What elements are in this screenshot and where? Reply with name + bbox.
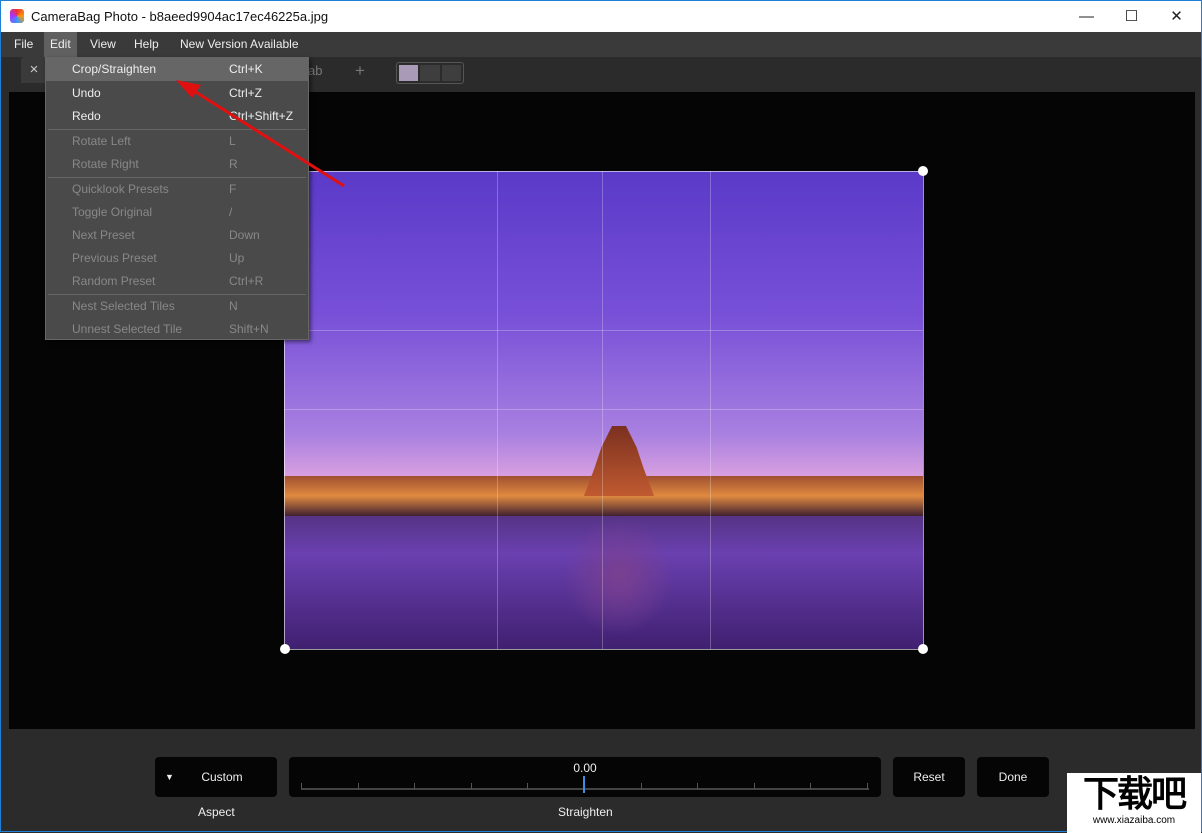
menu-item-shortcut: L bbox=[229, 134, 236, 148]
menu-item: Unnest Selected Tile Shift+N bbox=[46, 318, 308, 341]
menu-item-label: Rotate Right bbox=[72, 157, 139, 171]
menu-item-shortcut: Down bbox=[229, 228, 260, 242]
watermark-text: 下载吧 bbox=[1082, 773, 1187, 814]
slider-tick bbox=[357, 783, 359, 789]
close-button[interactable]: ✕ bbox=[1154, 1, 1199, 32]
aspect-value: Custom bbox=[201, 770, 243, 784]
tab-label[interactable]: ab bbox=[308, 63, 322, 78]
title-bar: CameraBag Photo - b8aeed9904ac17ec46225a… bbox=[1, 1, 1201, 32]
window-title: CameraBag Photo - b8aeed9904ac17ec46225a… bbox=[31, 9, 329, 24]
watermark-url: www.xiazaiba.com bbox=[1092, 815, 1176, 826]
menu-item: Quicklook Presets F bbox=[46, 178, 308, 201]
tab-close-button[interactable]: × bbox=[21, 57, 47, 83]
minimize-button[interactable]: — bbox=[1064, 1, 1109, 32]
crop-frame bbox=[284, 171, 924, 650]
menu-bar: File Edit View Help New Version Availabl… bbox=[1, 32, 1201, 57]
app-logo-icon bbox=[10, 9, 24, 23]
menu-item-label: Toggle Original bbox=[72, 205, 153, 219]
crop-handle-top-right[interactable] bbox=[918, 166, 928, 176]
slider-tick bbox=[867, 783, 868, 789]
maximize-button[interactable]: ☐ bbox=[1109, 1, 1154, 32]
menu-separator bbox=[48, 177, 306, 178]
menu-edit[interactable]: Edit bbox=[44, 32, 77, 57]
add-tab-button[interactable]: + bbox=[355, 61, 365, 81]
menu-separator bbox=[48, 294, 306, 295]
menu-item-label: Nest Selected Tiles bbox=[72, 299, 175, 313]
aspect-dropdown[interactable]: ▼ Custom bbox=[155, 757, 277, 797]
straighten-value: 0.00 bbox=[573, 761, 597, 775]
menu-file[interactable]: File bbox=[8, 32, 39, 57]
slider-tick bbox=[810, 783, 812, 789]
menu-item[interactable]: Undo Ctrl+Z bbox=[46, 82, 308, 105]
menu-item-label: Crop/Straighten bbox=[72, 62, 157, 76]
menu-item-label: Random Preset bbox=[72, 274, 156, 288]
slider-thumb[interactable] bbox=[583, 776, 585, 793]
menu-item: Previous Preset Up bbox=[46, 247, 308, 270]
menu-item: Rotate Left L bbox=[46, 130, 308, 153]
aspect-label: Aspect bbox=[198, 805, 235, 819]
menu-item-shortcut: F bbox=[229, 182, 237, 196]
menu-separator bbox=[48, 129, 306, 130]
crop-handle-bottom-left[interactable] bbox=[280, 644, 290, 654]
slider-tick bbox=[470, 783, 472, 789]
straighten-label: Straighten bbox=[558, 805, 613, 819]
menu-item-shortcut: Shift+N bbox=[229, 322, 269, 336]
menu-item[interactable]: Crop/Straighten Ctrl+K bbox=[46, 58, 308, 81]
menu-item: Nest Selected Tiles N bbox=[46, 295, 308, 318]
menu-item: Rotate Right R bbox=[46, 153, 308, 176]
dropdown-triangle-icon: ▼ bbox=[165, 772, 174, 782]
menu-item-label: Next Preset bbox=[72, 228, 135, 242]
slider-tick bbox=[301, 783, 302, 789]
menu-new-version[interactable]: New Version Available bbox=[174, 32, 305, 57]
menu-item-label: Rotate Left bbox=[72, 134, 131, 148]
layout-single-button[interactable] bbox=[399, 65, 419, 81]
layout-horizontal-button[interactable] bbox=[420, 65, 440, 81]
menu-item: Random Preset Ctrl+R bbox=[46, 270, 308, 293]
menu-item[interactable]: Redo Ctrl+Shift+Z bbox=[46, 105, 308, 128]
slider-tick bbox=[414, 783, 416, 789]
menu-item-label: Undo bbox=[72, 86, 101, 100]
menu-item-shortcut: / bbox=[229, 205, 233, 219]
menu-item-label: Previous Preset bbox=[72, 251, 157, 265]
reset-button[interactable]: Reset bbox=[893, 757, 965, 797]
slider-tick bbox=[697, 783, 699, 789]
menu-item-shortcut: N bbox=[229, 299, 238, 313]
slider-tick bbox=[527, 783, 529, 789]
menu-item-shortcut: Ctrl+R bbox=[229, 274, 264, 288]
done-button[interactable]: Done bbox=[977, 757, 1049, 797]
menu-item-shortcut: Ctrl+Shift+Z bbox=[229, 109, 294, 123]
straighten-slider[interactable]: 0.00 bbox=[289, 757, 881, 797]
menu-item-shortcut: Up bbox=[229, 251, 245, 265]
menu-view[interactable]: View bbox=[84, 32, 122, 57]
edit-menu: Crop/Straighten Ctrl+K Undo Ctrl+Z Redo Ctrl+… bbox=[45, 57, 309, 340]
menu-item-shortcut: R bbox=[229, 157, 238, 171]
menu-item: Next Preset Down bbox=[46, 224, 308, 247]
slider-tick bbox=[753, 783, 755, 789]
menu-item-label: Redo bbox=[72, 109, 101, 123]
menu-item-label: Quicklook Presets bbox=[72, 182, 169, 196]
crop-handle-bottom-right[interactable] bbox=[918, 644, 928, 654]
layout-switcher bbox=[396, 62, 464, 84]
layout-vertical-button[interactable] bbox=[441, 65, 461, 81]
slider-tick bbox=[640, 783, 642, 789]
menu-item: Toggle Original / bbox=[46, 201, 308, 224]
menu-help[interactable]: Help bbox=[128, 32, 165, 57]
watermark-logo: 下载吧 www.xiazaiba.com bbox=[1067, 773, 1201, 833]
menu-item-label: Unnest Selected Tile bbox=[72, 322, 183, 336]
menu-item-shortcut: Ctrl+Z bbox=[229, 86, 262, 100]
slider-track bbox=[301, 788, 869, 790]
menu-item-shortcut: Ctrl+K bbox=[229, 62, 263, 76]
